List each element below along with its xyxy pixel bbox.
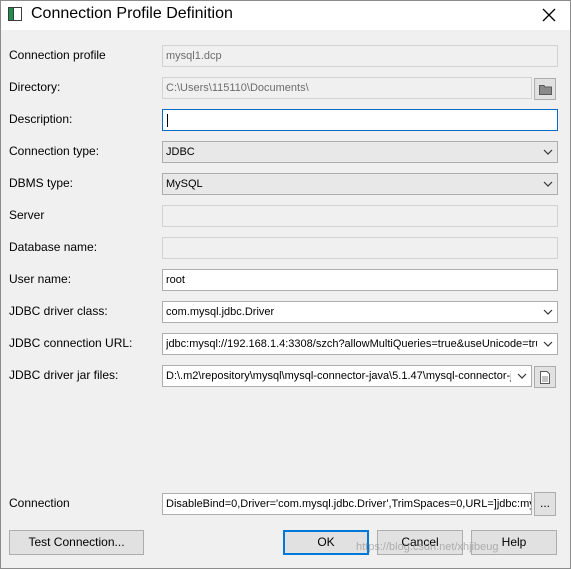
file-icon xyxy=(540,371,550,384)
cancel-button[interactable]: Cancel xyxy=(377,530,463,555)
jdbc-connection-url-value: jdbc:mysql://192.168.1.4:3308/szch?allow… xyxy=(166,338,537,350)
connection-string-field[interactable]: DisableBind=0,Driver='com.mysql.jdbc.Dri… xyxy=(162,493,532,515)
dbms-type-value: MySQL xyxy=(166,178,203,190)
connection-profile-dialog: Connection Profile Definition Connection… xyxy=(0,0,571,569)
dialog-title: Connection Profile Definition xyxy=(31,5,233,22)
text-caret xyxy=(167,114,168,127)
ok-button[interactable]: OK xyxy=(283,530,369,555)
close-icon[interactable] xyxy=(538,4,560,26)
folder-icon xyxy=(539,85,552,95)
user-name-label: User name: xyxy=(9,272,72,286)
connection-profile-field: mysql1.dcp xyxy=(162,45,558,67)
profile-window-icon xyxy=(8,7,22,21)
server-label: Server xyxy=(9,208,45,222)
browse-jar-files-button[interactable] xyxy=(534,366,556,388)
user-name-input[interactable]: root xyxy=(162,269,558,291)
jdbc-driver-jar-files-select[interactable]: D:\.m2\repository\mysql\mysql-connector-… xyxy=(162,365,532,387)
directory-field: C:\Users\115110\Documents\ xyxy=(162,77,532,99)
jdbc-connection-url-label: JDBC connection URL: xyxy=(9,336,133,350)
help-button[interactable]: Help xyxy=(471,530,557,555)
chevron-down-icon xyxy=(543,341,553,347)
jdbc-driver-jar-files-value: D:\.m2\repository\mysql\mysql-connector-… xyxy=(166,370,511,382)
database-name-field xyxy=(162,237,558,259)
chevron-down-icon xyxy=(517,373,527,379)
jdbc-driver-class-label: JDBC driver class: xyxy=(9,304,108,318)
chevron-down-icon xyxy=(543,149,553,155)
description-label: Description: xyxy=(9,112,73,126)
connection-profile-label: Connection profile xyxy=(9,48,106,62)
server-field xyxy=(162,205,558,227)
dbms-type-select[interactable]: MySQL xyxy=(162,173,558,195)
title-bar: Connection Profile Definition xyxy=(1,1,570,30)
edit-connection-button[interactable]: ... xyxy=(534,492,556,516)
jdbc-driver-jar-files-label: JDBC driver jar files: xyxy=(9,368,119,382)
jdbc-driver-class-value: com.mysql.jdbc.Driver xyxy=(166,306,275,318)
connection-type-label: Connection type: xyxy=(9,144,100,158)
connection-type-value: JDBC xyxy=(166,146,195,158)
connection-type-select[interactable]: JDBC xyxy=(162,141,558,163)
test-connection-button[interactable]: Test Connection... xyxy=(9,530,144,555)
directory-label: Directory: xyxy=(9,80,61,94)
connection-label: Connection xyxy=(9,496,70,510)
description-input[interactable] xyxy=(162,109,558,131)
jdbc-connection-url-select[interactable]: jdbc:mysql://192.168.1.4:3308/szch?allow… xyxy=(162,333,558,355)
browse-directory-button[interactable] xyxy=(534,78,556,100)
jdbc-driver-class-select[interactable]: com.mysql.jdbc.Driver xyxy=(162,301,558,323)
database-name-label: Database name: xyxy=(9,240,98,254)
chevron-down-icon xyxy=(543,309,553,315)
dbms-type-label: DBMS type: xyxy=(9,176,74,190)
chevron-down-icon xyxy=(543,181,553,187)
